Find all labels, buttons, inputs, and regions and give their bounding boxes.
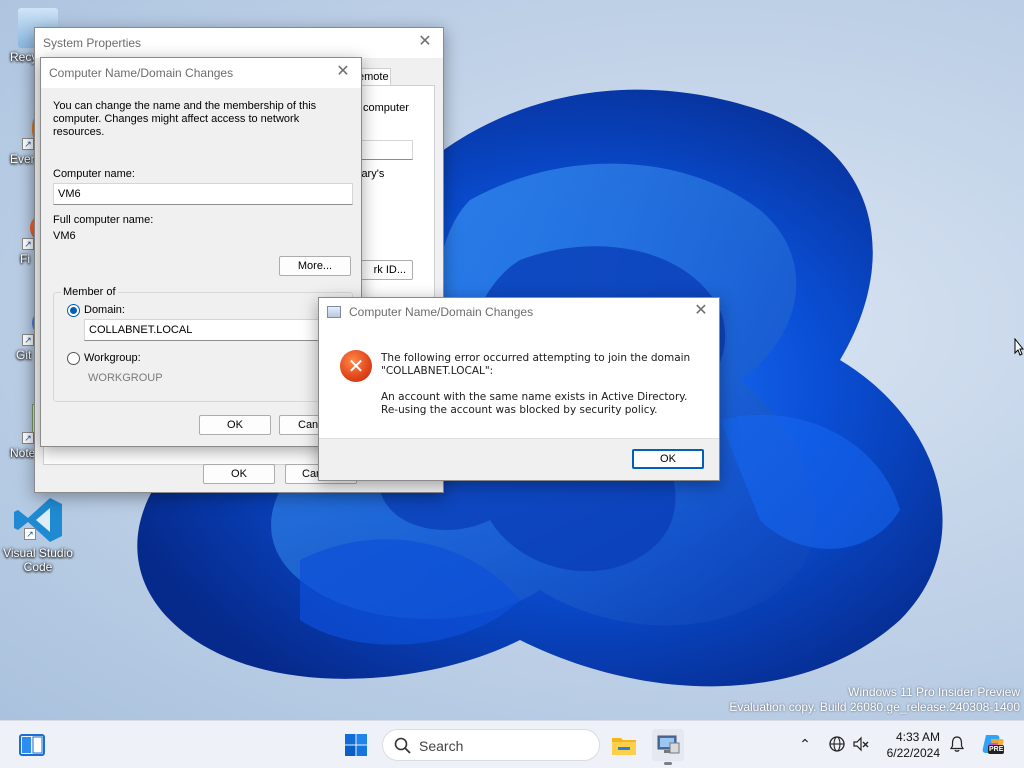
file-explorer-button[interactable] (608, 729, 640, 761)
window-title: System Properties (43, 36, 142, 50)
error-line-4: Re-using the account was blocked by secu… (381, 404, 658, 416)
network-icon[interactable] (828, 735, 846, 753)
show-hidden-icons-button[interactable]: ⌃ (796, 735, 814, 753)
close-icon[interactable]: ✕ (693, 303, 709, 319)
network-id-button[interactable]: rk ID... (353, 260, 413, 280)
clock[interactable]: 4:33 AM 6/22/2024 (876, 729, 940, 761)
ok-button[interactable]: OK (199, 415, 271, 435)
workgroup-field[interactable]: WORKGROUP (88, 372, 163, 384)
intro-text: You can change the name and the membersh… (53, 100, 317, 138)
widgets-icon (19, 734, 45, 756)
dialog-title: Computer Name/Domain Changes (349, 305, 534, 319)
domain-field[interactable]: COLLABNET.LOCAL (84, 319, 352, 341)
search-placeholder: Search (419, 738, 464, 754)
error-dialog-titlebar[interactable]: Computer Name/Domain Changes ✕ (319, 298, 719, 326)
search-box[interactable]: Search (382, 729, 600, 761)
error-line-2: "COLLABNET.LOCAL": (381, 365, 494, 377)
bell-icon (949, 736, 965, 752)
domain-radio[interactable] (67, 304, 80, 317)
shortcut-arrow-icon: ↗ (22, 138, 34, 150)
system-properties-taskbar-button[interactable] (652, 729, 684, 765)
member-of-label: Member of (61, 286, 118, 298)
panel-text-fragment: computer (363, 102, 409, 114)
system-properties-titlebar[interactable]: System Properties ✕ (35, 28, 443, 58)
watermark-line-1: Windows 11 Pro Insider Preview (848, 685, 1020, 699)
computer-icon (657, 735, 680, 754)
workgroup-radio[interactable] (67, 352, 80, 365)
notifications-button[interactable] (948, 735, 966, 753)
computer-name-field[interactable]: VM6 (53, 183, 353, 205)
full-computer-name-value: VM6 (53, 230, 76, 242)
ok-button[interactable]: OK (203, 464, 275, 484)
shortcut-arrow-icon: ↗ (22, 432, 34, 444)
desktop-icon-vscode[interactable]: ↗ Visual Studio Code (2, 496, 74, 574)
computer-name-label: Computer name: (53, 168, 135, 180)
vscode-icon: ↗ (12, 496, 64, 544)
app-window-icon (327, 306, 341, 318)
workgroup-label: Workgroup: (84, 352, 141, 364)
desktop-icon-label: Visual Studio Code (3, 546, 73, 574)
widgets-button[interactable] (16, 729, 48, 761)
more-button[interactable]: More... (279, 256, 351, 276)
preview-badge: PRE (988, 745, 1005, 754)
copilot-button[interactable]: PRE (980, 731, 1006, 757)
watermark-line-2: Evaluation copy. Build 26080.ge_release.… (729, 700, 1020, 714)
windows-logo-icon (345, 734, 367, 756)
search-icon (394, 737, 411, 754)
clock-date: 6/22/2024 (886, 746, 940, 760)
close-icon[interactable]: ✕ (417, 34, 433, 50)
error-line-3: An account with the same name exists in … (381, 391, 688, 403)
start-button[interactable] (340, 729, 372, 761)
error-line-1: The following error occurred attempting … (381, 352, 691, 364)
evaluation-watermark: Windows 11 Pro Insider Preview Evaluatio… (729, 685, 1020, 715)
error-icon: ✕ (340, 350, 372, 382)
panel-input-fragment[interactable] (353, 140, 413, 160)
chevron-up-icon: ⌃ (799, 736, 811, 752)
mouse-cursor (1014, 337, 1024, 356)
panel-text-fragment: lary's (359, 168, 385, 180)
domain-label: Domain: (84, 304, 125, 316)
computer-name-dialog[interactable]: Computer Name/Domain Changes ✕ You can c… (40, 57, 362, 447)
error-dialog[interactable]: Computer Name/Domain Changes ✕ ✕ The fol… (318, 297, 720, 481)
close-icon[interactable]: ✕ (335, 64, 351, 80)
folder-icon (612, 738, 636, 755)
shortcut-arrow-icon: ↗ (24, 528, 36, 540)
clock-time: 4:33 AM (895, 730, 940, 744)
shortcut-arrow-icon: ↗ (22, 334, 34, 346)
computer-name-titlebar[interactable]: Computer Name/Domain Changes ✕ (41, 58, 361, 88)
error-message: The following error occurred attempting … (381, 352, 711, 417)
full-computer-name-label: Full computer name: (53, 214, 154, 226)
ok-button[interactable]: OK (632, 449, 704, 469)
dialog-title: Computer Name/Domain Changes (49, 66, 234, 80)
shortcut-arrow-icon: ↗ (22, 238, 34, 250)
taskbar: Search ⌃ 4:33 AM 6/22/2024 PRE (0, 720, 1024, 768)
volume-muted-icon[interactable] (852, 735, 870, 753)
